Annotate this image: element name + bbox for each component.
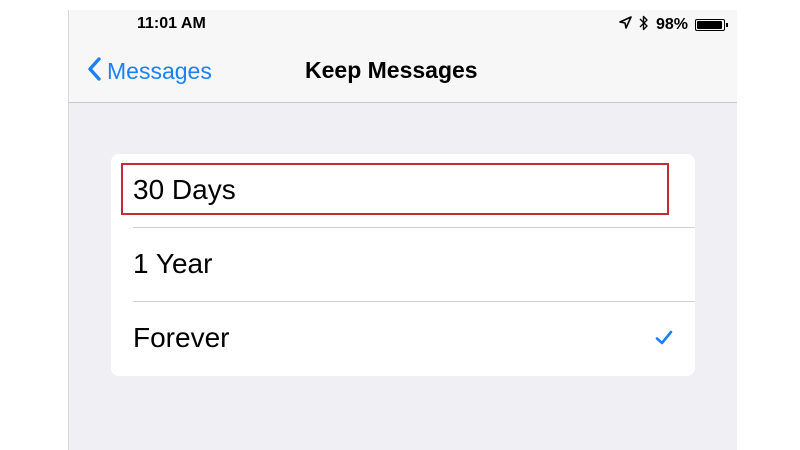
status-time: 11:01 AM — [137, 15, 206, 32]
keep-messages-options: 30 Days 1 Year Forever — [111, 154, 695, 376]
chevron-left-icon — [87, 56, 101, 86]
battery-icon — [695, 19, 728, 31]
page-title: Keep Messages — [305, 57, 478, 83]
option-label: Forever — [133, 322, 230, 353]
back-button-label: Messages — [107, 57, 212, 84]
navigation-bar: Messages Keep Messages — [69, 48, 737, 94]
battery-tip — [726, 23, 728, 27]
settings-screen: 11:01 AM 98% Messages Keep Messages 30 D… — [68, 10, 737, 450]
battery-percent: 98% — [655, 16, 688, 33]
bluetooth-icon — [639, 15, 649, 36]
back-button[interactable]: Messages — [87, 54, 212, 88]
option-forever[interactable]: Forever — [111, 302, 695, 376]
status-indicators: 98% — [619, 14, 728, 36]
battery-level-fill — [697, 21, 723, 29]
checkmark-icon — [655, 329, 673, 347]
location-arrow-icon — [619, 16, 632, 34]
option-label: 30 Days — [133, 174, 236, 205]
option-1-year[interactable]: 1 Year — [111, 228, 695, 302]
option-30-days[interactable]: 30 Days — [111, 154, 695, 228]
option-label: 1 Year — [133, 248, 213, 279]
header: 11:01 AM 98% Messages Keep Messages — [69, 10, 737, 103]
status-bar: 11:01 AM 98% — [69, 10, 737, 40]
